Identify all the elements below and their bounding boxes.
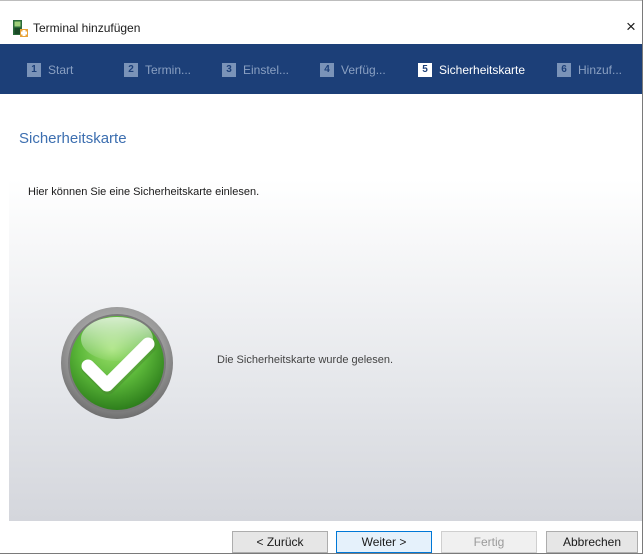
button-bar: < Zurück Weiter > Fertig Abbrechen [0, 521, 642, 553]
back-button[interactable]: < Zurück [232, 531, 328, 553]
step-verfuegbarkeit[interactable]: 4 Verfüg... [320, 61, 386, 79]
step-number: 6 [557, 63, 571, 77]
step-number: 1 [27, 63, 41, 77]
step-label: Hinzuf... [578, 63, 623, 77]
page-description: Hier können Sie eine Sicherheitskarte ei… [28, 186, 260, 198]
wizard-content: Sicherheitskarte Hier können Sie eine Si… [9, 94, 642, 521]
step-label: Verfüg... [341, 63, 386, 77]
next-button[interactable]: Weiter > [336, 531, 432, 553]
terminal-app-icon [13, 20, 28, 37]
wizard-steps: 1 Start 2 Termin... 3 Einstel... 4 Verfü… [0, 44, 642, 94]
step-einstellungen[interactable]: 3 Einstel... [222, 61, 289, 79]
step-number: 4 [320, 63, 334, 77]
step-label: Termin... [145, 63, 192, 77]
step-label: Start [48, 63, 74, 77]
step-start[interactable]: 1 Start [27, 61, 73, 79]
cancel-button[interactable]: Abbrechen [546, 531, 638, 553]
step-label: Einstel... [243, 63, 290, 77]
step-hinzufuegen[interactable]: 6 Hinzuf... [557, 61, 622, 79]
success-check-icon [61, 307, 173, 419]
step-number: 2 [124, 63, 138, 77]
step-terminal[interactable]: 2 Termin... [124, 61, 191, 79]
step-sicherheitskarte[interactable]: 5 Sicherheitskarte [418, 61, 525, 79]
title-bar: Terminal hinzufügen × [0, 0, 642, 45]
step-number: 5 [418, 63, 432, 77]
step-label: Sicherheitskarte [439, 63, 526, 77]
page-title: Sicherheitskarte [19, 130, 127, 147]
window-title: Terminal hinzufügen [33, 21, 141, 35]
step-number: 3 [222, 63, 236, 77]
wizard-window: Terminal hinzufügen × 1 Start 2 Termin..… [0, 0, 643, 554]
close-icon[interactable]: × [620, 17, 642, 37]
status-message: Die Sicherheitskarte wurde gelesen. [217, 354, 394, 366]
finish-button[interactable]: Fertig [441, 531, 537, 553]
